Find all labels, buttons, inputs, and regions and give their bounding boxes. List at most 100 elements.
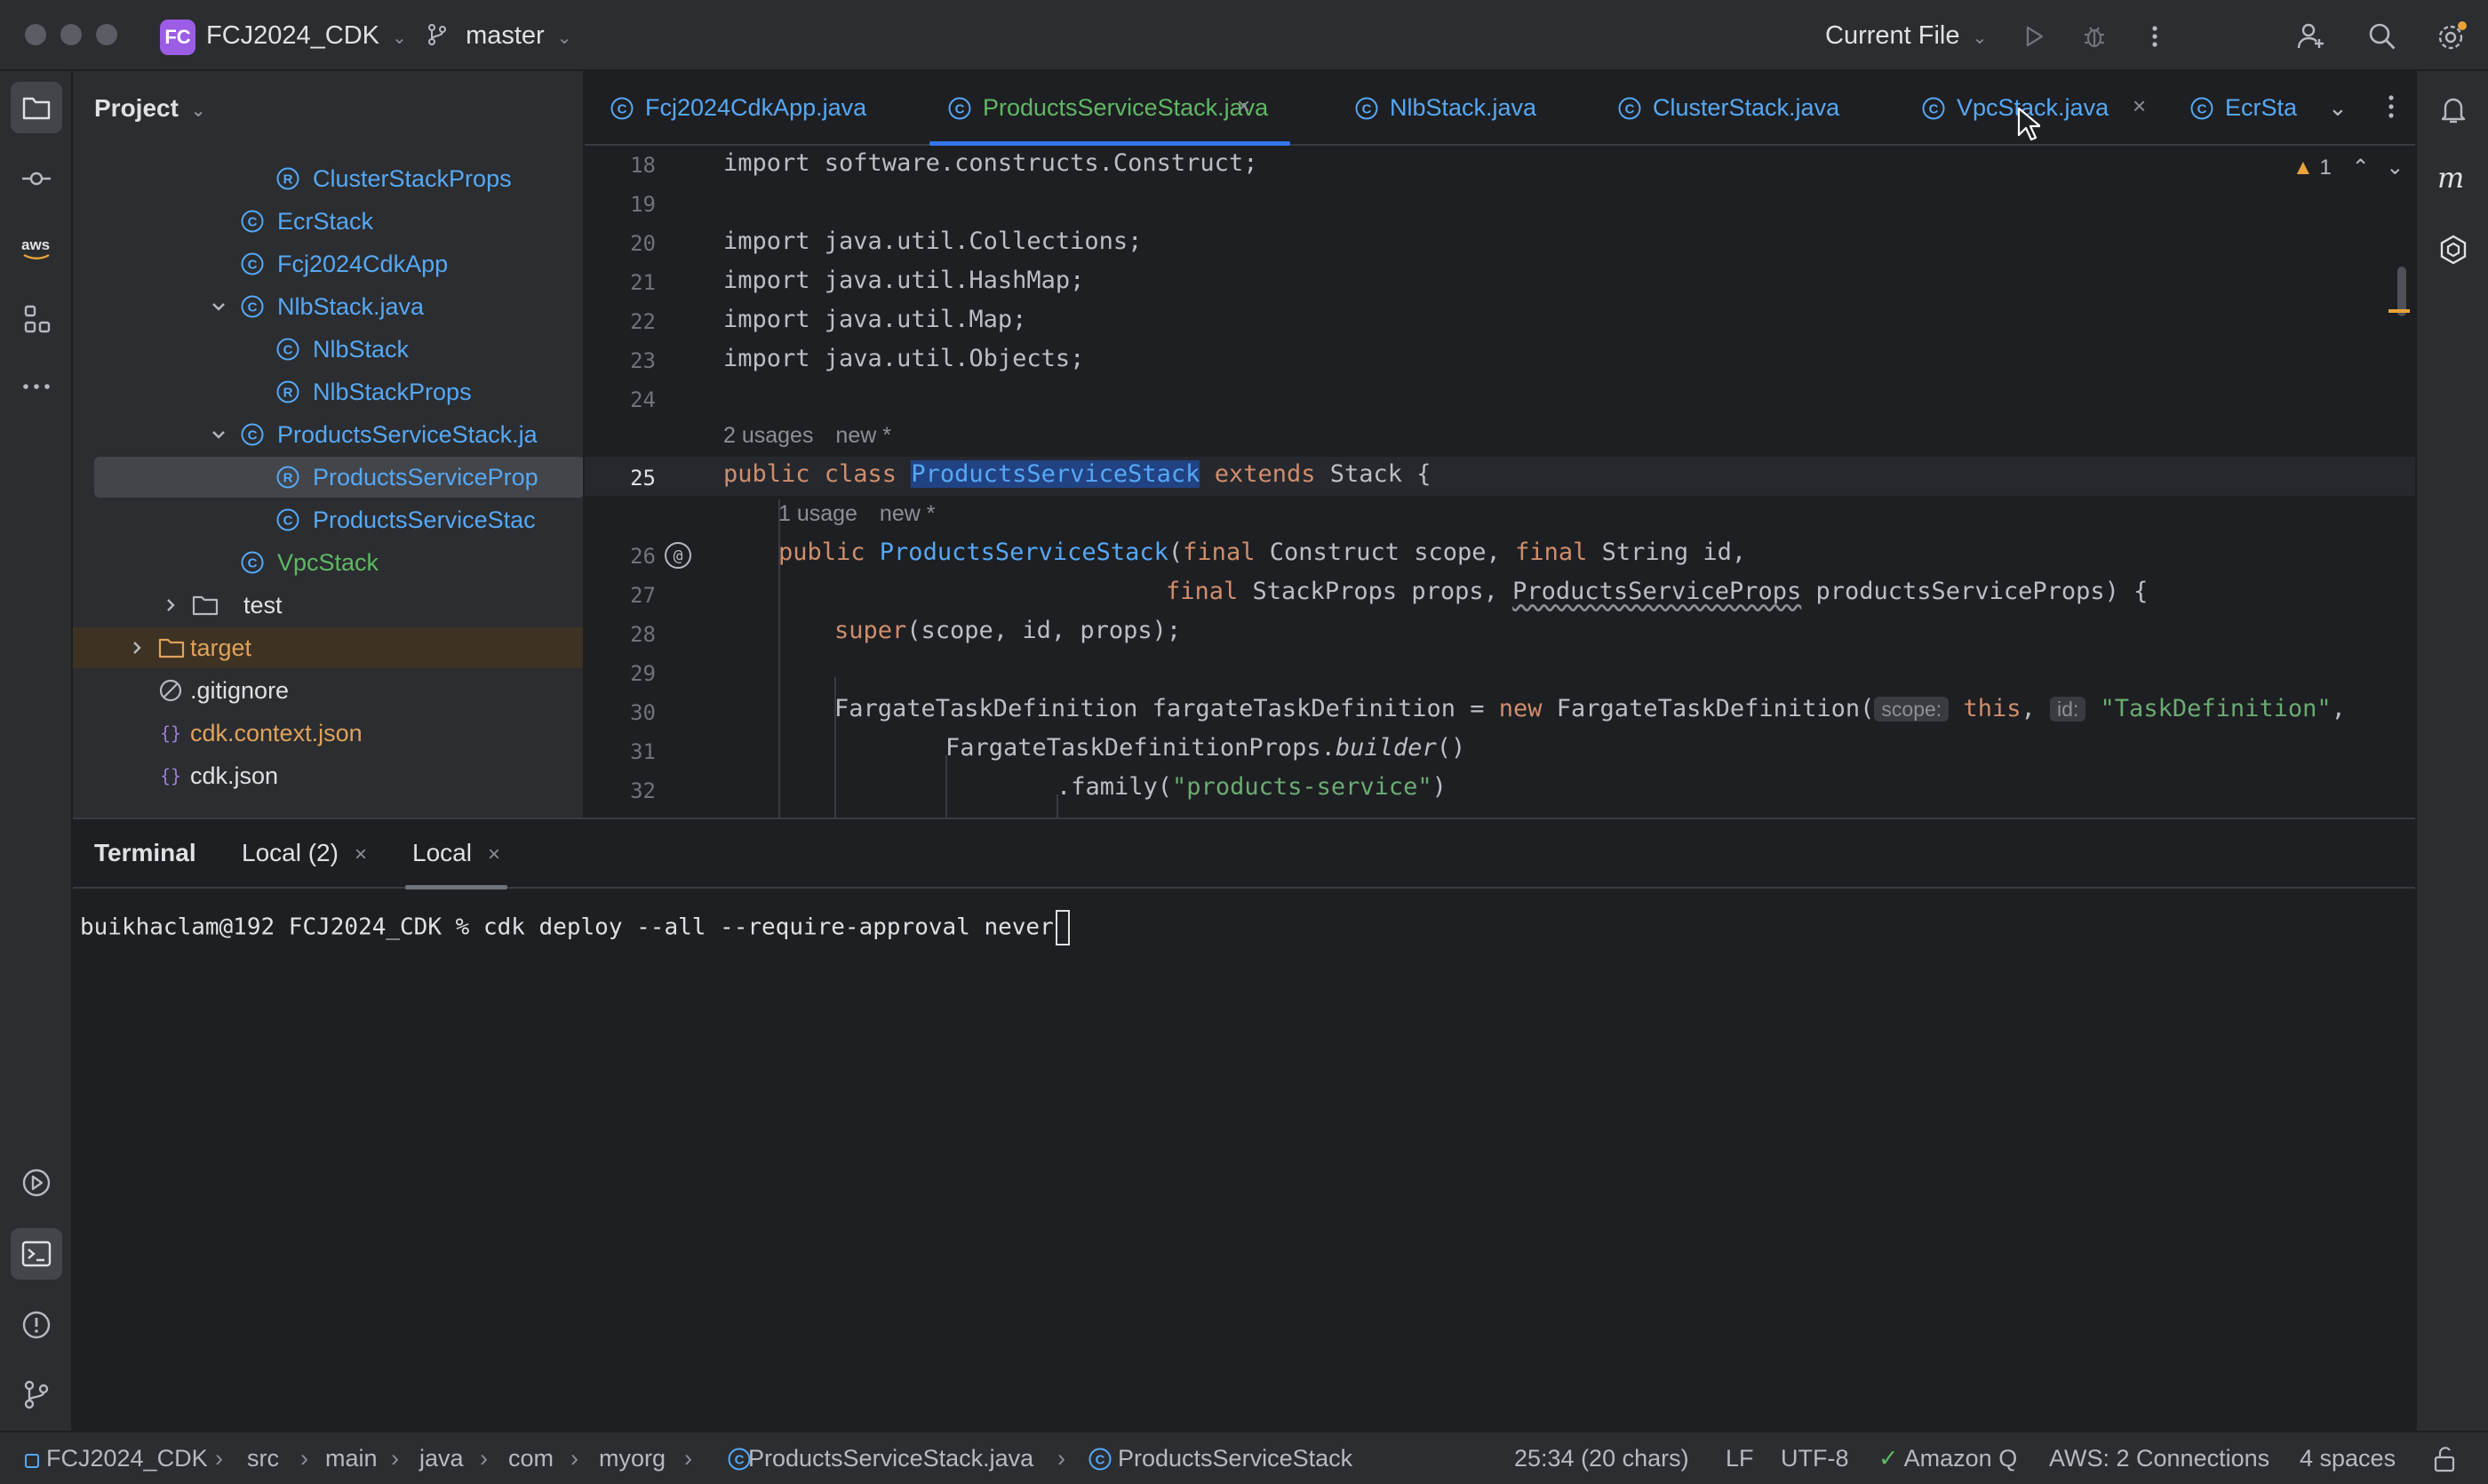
editor-tab[interactable]: C VpcStack.java × bbox=[1921, 71, 2168, 146]
chevron-down-icon[interactable] bbox=[206, 422, 231, 447]
breadcrumb-item[interactable]: myorg bbox=[599, 1445, 666, 1472]
code-lens[interactable]: 2 usages new * bbox=[723, 423, 891, 449]
window-close-button[interactable] bbox=[25, 24, 46, 45]
file-encoding[interactable]: UTF-8 bbox=[1781, 1445, 1849, 1472]
more-options-icon[interactable] bbox=[2136, 18, 2173, 55]
indent-setting[interactable]: 4 spaces bbox=[2300, 1445, 2396, 1472]
code-line[interactable]: import java.util.HashMap; bbox=[723, 267, 1084, 294]
notifications-tool-button[interactable] bbox=[2428, 84, 2479, 135]
tabs-dropdown-icon[interactable]: ⌄ bbox=[2328, 94, 2348, 122]
code-lens[interactable]: 1 usage new * bbox=[778, 501, 935, 527]
chevron-down-icon[interactable] bbox=[206, 294, 231, 319]
editor-tab[interactable]: C NlbStack.java bbox=[1354, 71, 1639, 146]
debug-icon[interactable] bbox=[2076, 18, 2113, 55]
run-config-selector[interactable]: Current File ⌄ bbox=[1825, 21, 1987, 51]
code-line[interactable]: public ProductsServiceStack(final Constr… bbox=[778, 539, 1746, 566]
project-tool-button[interactable] bbox=[11, 82, 62, 133]
breadcrumb-item[interactable]: FCJ2024_CDK bbox=[46, 1445, 208, 1472]
usages-lens[interactable]: 1 usage bbox=[778, 501, 857, 526]
aws-connections[interactable]: AWS: 2 Connections bbox=[2049, 1445, 2269, 1472]
project-badge[interactable]: FC bbox=[160, 20, 195, 55]
code-line[interactable]: import java.util.Collections; bbox=[723, 227, 1142, 255]
branch-selector[interactable]: master ⌄ bbox=[425, 21, 572, 51]
commit-tool-button[interactable] bbox=[11, 153, 62, 204]
author-lens[interactable]: new * bbox=[835, 423, 891, 448]
terminal-tab[interactable]: Local (2) × bbox=[242, 839, 367, 867]
tree-item[interactable]: R ClusterStackProps bbox=[73, 158, 583, 199]
line-ending[interactable]: LF bbox=[1726, 1445, 1754, 1472]
project-name[interactable]: FCJ2024_CDK ⌄ bbox=[206, 21, 407, 51]
code-line[interactable]: import software.constructs.Construct; bbox=[723, 149, 1257, 177]
structure-tool-button[interactable] bbox=[11, 293, 62, 345]
line-number: 27 bbox=[630, 583, 656, 608]
window-minimize-button[interactable] bbox=[60, 24, 82, 45]
breadcrumb-item[interactable]: src bbox=[247, 1445, 279, 1472]
tree-item[interactable]: R NlbStackProps bbox=[73, 371, 583, 412]
git-tool-button[interactable] bbox=[11, 1368, 62, 1420]
tree-item[interactable]: R ProductsServiceProp bbox=[94, 457, 583, 498]
tree-item[interactable]: {} cdk.json bbox=[73, 755, 583, 796]
chevron-up-icon[interactable]: ⌃ bbox=[2351, 156, 2369, 180]
caret-position[interactable]: 25:34 (20 chars) bbox=[1514, 1445, 1689, 1472]
tree-item[interactable]: C ProductsServiceStack.ja bbox=[73, 414, 583, 455]
window-zoom-button[interactable] bbox=[96, 24, 117, 45]
tree-item[interactable]: target bbox=[73, 627, 583, 668]
code-line[interactable]: FargateTaskDefinition fargateTaskDefinit… bbox=[834, 695, 2346, 722]
implements-gutter-icon[interactable]: @ bbox=[665, 542, 691, 569]
code-line[interactable]: super(scope, id, props); bbox=[834, 617, 1181, 644]
breadcrumb-item[interactable]: java bbox=[419, 1445, 464, 1472]
chevron-right-icon[interactable] bbox=[124, 635, 149, 660]
inspection-widget[interactable]: ▲ 1 ⌃ ⌄ bbox=[2293, 155, 2404, 180]
line-number: 30 bbox=[630, 700, 656, 725]
services-tool-button[interactable] bbox=[11, 1157, 62, 1209]
close-icon[interactable]: × bbox=[355, 842, 367, 866]
terminal-prompt-line[interactable]: buikhaclam@192 FCJ2024_CDK % cdk deploy … bbox=[80, 910, 1070, 945]
tree-item[interactable]: test bbox=[73, 585, 583, 626]
ai-assistant-tool-button[interactable]: m bbox=[2428, 153, 2479, 204]
editor-tab[interactable]: C Fcj2024CdkApp.java bbox=[610, 71, 894, 146]
editor-tab[interactable]: C ProductsServiceStack.java × bbox=[929, 71, 1290, 146]
code-line[interactable]: .family("products-service") bbox=[1057, 773, 1447, 801]
amazon-q-tool-button[interactable] bbox=[2428, 224, 2479, 275]
chevron-down-icon[interactable]: ⌄ bbox=[2386, 156, 2404, 180]
tree-item[interactable]: {} cdk.context.json bbox=[73, 713, 583, 754]
tree-item[interactable]: C NlbStack.java bbox=[73, 286, 583, 327]
code-line[interactable]: public class ProductsServiceStack extend… bbox=[723, 460, 1431, 488]
tree-item[interactable]: C VpcStack bbox=[73, 542, 583, 583]
chevron-right-icon[interactable] bbox=[158, 593, 183, 618]
tree-item[interactable]: C ProductsServiceStac bbox=[73, 499, 583, 540]
amazon-q-status[interactable]: ✓ Amazon Q bbox=[1878, 1445, 2017, 1472]
terminal-tool-button[interactable] bbox=[11, 1228, 62, 1280]
code-line[interactable]: import java.util.Map; bbox=[723, 306, 1026, 333]
tree-item[interactable]: .gitignore bbox=[73, 670, 583, 711]
warning-marker[interactable] bbox=[2388, 309, 2410, 313]
tree-item[interactable]: C EcrStack bbox=[73, 201, 583, 242]
code-line[interactable]: FargateTaskDefinitionProps.builder() bbox=[945, 734, 1465, 762]
editor-tab[interactable]: C ClusterStack.java bbox=[1617, 71, 1902, 146]
settings-icon[interactable] bbox=[2433, 18, 2470, 55]
breadcrumb-item[interactable]: ProductsServiceStack bbox=[1118, 1445, 1352, 1472]
editor-tab[interactable]: C EcrSta bbox=[2189, 71, 2297, 146]
breadcrumb-item[interactable]: main bbox=[325, 1445, 378, 1472]
aws-tool-button[interactable]: aws bbox=[11, 222, 62, 274]
tabs-more-icon[interactable] bbox=[2378, 91, 2404, 129]
breadcrumb-item[interactable]: com bbox=[508, 1445, 554, 1472]
author-lens[interactable]: new * bbox=[880, 501, 936, 526]
more-tools-button[interactable] bbox=[11, 361, 62, 412]
lock-icon[interactable] bbox=[2431, 1445, 2458, 1480]
tree-item[interactable]: C Fcj2024CdkApp bbox=[73, 243, 583, 284]
search-icon[interactable] bbox=[2364, 18, 2401, 55]
code-line[interactable]: final StackProps props, ProductsServiceP… bbox=[1166, 578, 2148, 605]
tree-item[interactable]: C NlbStack bbox=[73, 329, 583, 370]
usages-lens[interactable]: 2 usages bbox=[723, 423, 813, 448]
breadcrumb-item[interactable]: ProductsServiceStack.java bbox=[748, 1445, 1033, 1472]
add-user-icon[interactable] bbox=[2293, 18, 2330, 55]
project-panel-title[interactable]: Project ⌄ bbox=[94, 94, 205, 123]
code-line[interactable]: import java.util.Objects; bbox=[723, 345, 1084, 372]
close-icon[interactable]: × bbox=[1237, 92, 1250, 120]
close-icon[interactable]: × bbox=[2133, 92, 2146, 120]
terminal-tab[interactable]: Local × bbox=[405, 839, 507, 890]
problems-tool-button[interactable] bbox=[11, 1299, 62, 1351]
run-icon[interactable] bbox=[2015, 18, 2053, 55]
close-icon[interactable]: × bbox=[488, 842, 500, 866]
